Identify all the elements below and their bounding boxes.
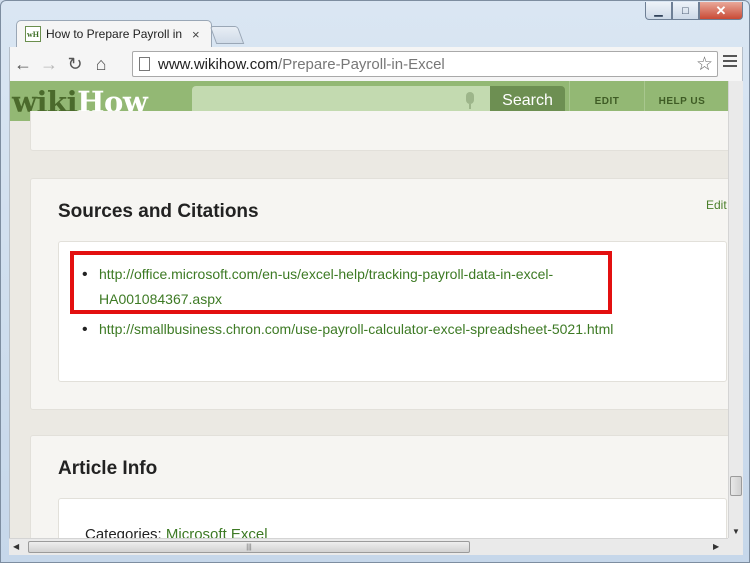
vertical-scroll-thumb[interactable] [730,476,742,496]
browser-toolbar: ← → ↻ ⌂ www.wikihow.com/Prepare-Payroll-… [9,47,743,81]
forward-button[interactable]: → [36,51,62,77]
previous-section-card [30,111,728,151]
url-host: www.wikihow.com [158,55,279,73]
wikihow-favicon-icon: wH [25,26,41,42]
url-path: /Prepare-Payroll-in-Excel [278,55,445,73]
back-button[interactable]: ← [10,51,36,77]
article-info-section: Article Info Categories: Microsoft Excel [30,435,728,538]
new-tab-button[interactable] [209,26,245,44]
maximize-button[interactable]: □ [672,2,699,20]
chrome-menu-icon[interactable] [723,55,737,70]
categories-label: Categories: [85,526,162,538]
sources-edit-link[interactable]: Edit [706,198,727,212]
microphone-icon[interactable] [466,92,474,110]
bookmark-star-icon[interactable]: ☆ [696,53,713,76]
tab-close-icon[interactable]: × [192,27,200,42]
article-info-box: Categories: Microsoft Excel [58,498,727,538]
source-link[interactable]: http://smallbusiness.chron.com/use-payro… [81,317,613,342]
close-button[interactable]: ✕ [699,2,743,20]
scroll-left-icon[interactable]: ◀ [13,542,19,551]
article-info-title: Article Info [58,458,158,479]
scroll-right-icon[interactable]: ▶ [713,542,719,551]
categories-line: Categories: Microsoft Excel [85,526,268,538]
scroll-down-icon[interactable]: ▼ [732,527,740,536]
reload-button[interactable]: ↻ [62,51,88,77]
home-button[interactable]: ⌂ [88,51,114,77]
category-link[interactable]: Microsoft Excel [166,526,268,538]
horizontal-scroll-thumb[interactable]: ||| [28,541,470,553]
horizontal-scrollbar[interactable]: ◀ ||| ▶ [9,538,728,555]
browser-window: ▁ □ ✕ wH How to Prepare Payroll in × ← →… [0,0,750,563]
minimize-button[interactable]: ▁ [645,2,672,20]
window-controls: ▁ □ ✕ [645,2,743,20]
tab-wikihow[interactable]: wH How to Prepare Payroll in × [16,20,212,47]
page-icon [139,57,150,71]
address-bar[interactable]: www.wikihow.com/Prepare-Payroll-in-Excel… [132,51,718,77]
vertical-scrollbar[interactable]: ▼ [728,81,743,538]
red-highlight-box [70,251,612,314]
sources-title: Sources and Citations [58,201,259,222]
tab-title: How to Prepare Payroll in [46,27,183,41]
page-viewport: wikiHow Search EDIT HELP US Sources and … [9,81,728,538]
scrollbar-corner [728,538,743,555]
